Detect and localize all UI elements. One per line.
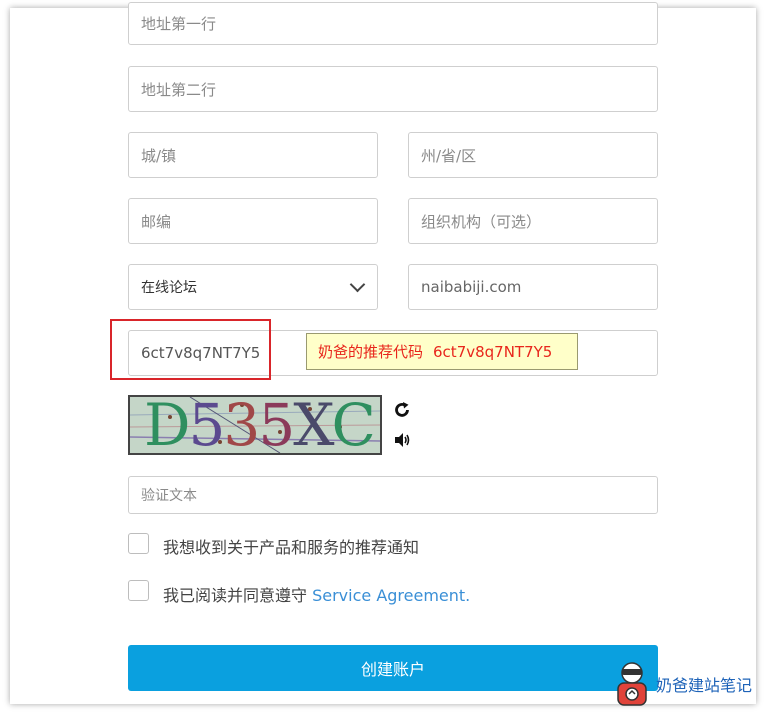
- address-line1-placeholder: 地址第一行: [141, 15, 217, 33]
- newsletter-label: 我想收到关于产品和服务的推荐通知: [163, 538, 420, 557]
- captcha-image: D535XC: [128, 395, 382, 455]
- referral-site-field[interactable]: naibabiji.com: [408, 264, 658, 310]
- captcha-char: X: [293, 395, 333, 455]
- speaker-icon[interactable]: [391, 429, 413, 451]
- postcode-field[interactable]: 邮编: [128, 198, 378, 244]
- captcha-text: D535XC: [144, 395, 376, 455]
- captcha-char: C: [331, 395, 376, 455]
- referral-site-value: naibabiji.com: [421, 278, 522, 296]
- create-account-label: 创建账户: [360, 660, 425, 679]
- refresh-icon[interactable]: [391, 399, 413, 421]
- captcha-char: 5: [188, 395, 226, 455]
- verify-text-placeholder: 验证文本: [141, 488, 197, 504]
- newsletter-checkbox[interactable]: [128, 533, 149, 554]
- referral-source-value: 在线论坛: [141, 280, 197, 296]
- address-line2-placeholder: 地址第二行: [141, 80, 217, 99]
- service-agreement-link[interactable]: Service Agreement.: [312, 586, 470, 605]
- organization-placeholder: 组织机构（可选）: [421, 212, 542, 231]
- city-placeholder: 城/镇: [141, 146, 177, 165]
- chevron-down-icon: [349, 276, 366, 293]
- organization-field[interactable]: 组织机构（可选）: [408, 198, 658, 244]
- city-field[interactable]: 城/镇: [128, 132, 378, 178]
- postcode-placeholder: 邮编: [141, 212, 172, 231]
- create-account-button[interactable]: 创建账户: [128, 645, 658, 691]
- state-placeholder: 州/省/区: [421, 146, 477, 165]
- verify-text-field[interactable]: 验证文本: [128, 476, 658, 514]
- captcha-char: 5: [258, 395, 295, 455]
- referral-code-highlight: [110, 319, 271, 380]
- tooltip-label: 奶爸的推荐代码: [318, 343, 424, 361]
- agreement-label-prefix: 我已阅读并同意遵守: [163, 586, 313, 605]
- tooltip-code: 6ct7v8q7NT7Y5: [433, 342, 553, 361]
- address-line1-field[interactable]: 地址第一行: [128, 2, 658, 45]
- referral-source-select[interactable]: 在线论坛: [128, 264, 378, 310]
- agreement-checkbox[interactable]: [128, 580, 149, 601]
- watermark: 奶爸建站笔记: [612, 660, 752, 708]
- captcha-char: D: [144, 395, 190, 455]
- address-line2-field[interactable]: 地址第二行: [128, 66, 658, 112]
- watermark-text: 奶爸建站笔记: [656, 676, 753, 695]
- referral-code-tooltip: 奶爸的推荐代码 6ct7v8q7NT7Y5: [306, 333, 578, 370]
- state-field[interactable]: 州/省/区: [408, 132, 658, 178]
- captcha-char: 3: [223, 395, 260, 455]
- agreement-label: 我已阅读并同意遵守 Service Agreement.: [163, 582, 470, 606]
- mascot-icon: [617, 662, 647, 706]
